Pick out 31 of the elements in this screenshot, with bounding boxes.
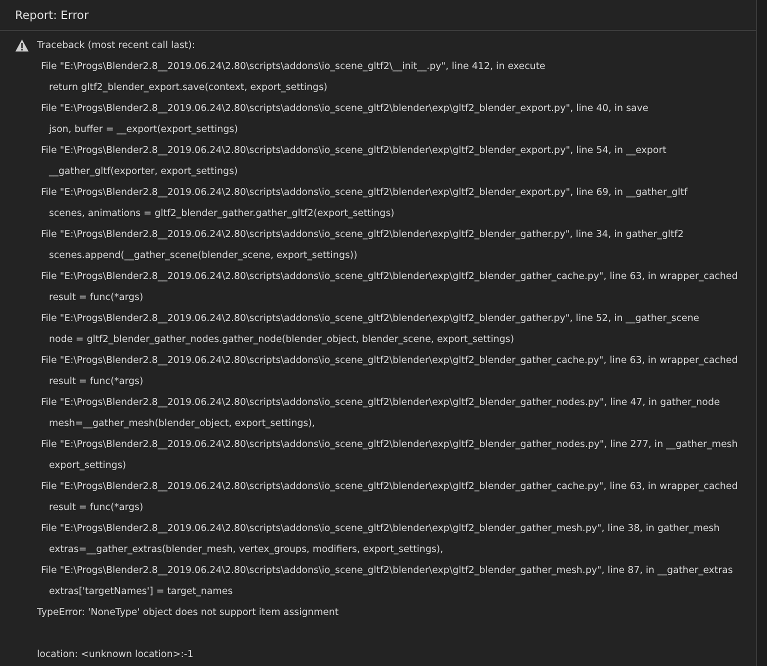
traceback-code-line: result = func(*args)	[48, 291, 144, 305]
traceback-file-line: File "E:\Progs\Blender2.8__2019.06.24\2.80\scripts\addons\io_scene_gltf2\blender\exp\gltf2_blender_gather_cache.py", line 63, in wrapper_cached	[40, 480, 739, 494]
traceback-code-line: scenes.append(__gather_scene(blender_scene, export_settings))	[48, 249, 358, 263]
traceback-file-line: File "E:\Progs\Blender2.8__2019.06.24\2.80\scripts\addons\io_scene_gltf2\blender\exp\gltf2_blender_gather_mesh.py", line 38, in gather_mesh	[40, 522, 721, 536]
window-title: Report: Error	[0, 0, 756, 31]
traceback-file-line: File "E:\Progs\Blender2.8__2019.06.24\2.80\scripts\addons\io_scene_gltf2\blender\exp\gltf2_blender_export.py", line 69, in __gather_gltf	[40, 186, 689, 200]
traceback-code-line: scenes, animations = gltf2_blender_gather.gather_gltf2(export_settings)	[48, 207, 396, 221]
traceback-file-line: File "E:\Progs\Blender2.8__2019.06.24\2.80\scripts\addons\io_scene_gltf2\blender\exp\gltf2_blender_gather_cache.py", line 63, in wrapper_cached	[40, 270, 739, 284]
warning-icon	[15, 39, 29, 52]
traceback-code-line: extras=__gather_extras(blender_mesh, vertex_groups, modifiers, export_settings),	[48, 543, 444, 557]
traceback-file-line: File "E:\Progs\Blender2.8__2019.06.24\2.80\scripts\addons\io_scene_gltf2\blender\exp\gltf2_blender_gather.py", line 52, in __gather_scene	[40, 312, 700, 326]
traceback-code-line: result = func(*args)	[48, 375, 144, 389]
traceback-file-line: File "E:\Progs\Blender2.8__2019.06.24\2.80\scripts\addons\io_scene_gltf2\blender\exp\gltf2_blender_export.py", line 54, in __export	[40, 144, 668, 158]
traceback-file-line: File "E:\Progs\Blender2.8__2019.06.24\2.80\scripts\addons\io_scene_gltf2\blender\exp\gltf2_blender_gather_cache.py", line 63, in wrapper_cached	[40, 354, 739, 368]
traceback-code-line: json, buffer = __export(export_settings)	[48, 123, 239, 137]
traceback-file-line: File "E:\Progs\Blender2.8__2019.06.24\2.80\scripts\addons\io_scene_gltf2\blender\exp\gltf2_blender_gather_nodes.py", line 277, in __gather_mesh	[40, 438, 739, 452]
traceback-heading: Traceback (most recent call last):	[37, 39, 196, 53]
traceback-code-line: return gltf2_blender_export.save(context, export_settings)	[48, 81, 328, 95]
traceback-code-line: extras['targetNames'] = target_names	[48, 585, 234, 599]
traceback-file-line: File "E:\Progs\Blender2.8__2019.06.24\2.80\scripts\addons\io_scene_gltf2\blender\exp\gltf2_blender_gather.py", line 34, in gather_gltf2	[40, 228, 685, 242]
traceback-file-line: File "E:\Progs\Blender2.8__2019.06.24\2.80\scripts\addons\io_scene_gltf2\blender\exp\gltf2_blender_export.py", line 40, in save	[40, 102, 650, 116]
traceback-code-line: mesh=__gather_mesh(blender_object, export_settings),	[48, 417, 316, 431]
traceback-code-line: result = func(*args)	[48, 501, 144, 515]
traceback-file-line: File "E:\Progs\Blender2.8__2019.06.24\2.80\scripts\addons\io_scene_gltf2\blender\exp\gltf2_blender_gather_nodes.py", line 47, in gather_node	[40, 396, 721, 410]
traceback-code-line: __gather_gltf(exporter, export_settings)	[48, 165, 239, 179]
traceback-code-line: export_settings)	[48, 459, 128, 473]
traceback-file-line: File "E:\Progs\Blender2.8__2019.06.24\2.80\scripts\addons\io_scene_gltf2\__init__.py", line 412, in execute	[40, 60, 546, 74]
traceback-code-line: node = gltf2_blender_gather_nodes.gather_node(blender_object, blender_scene, export_settings)	[48, 333, 516, 347]
traceback-file-line: File "E:\Progs\Blender2.8__2019.06.24\2.80\scripts\addons\io_scene_gltf2\blender\exp\gltf2_blender_gather_mesh.py", line 87, in __gather_extras	[40, 564, 734, 578]
error-location: location: <unknown location>:-1	[36, 648, 194, 662]
error-message: TypeError: 'NoneType' object does not support item assignment	[36, 606, 340, 620]
